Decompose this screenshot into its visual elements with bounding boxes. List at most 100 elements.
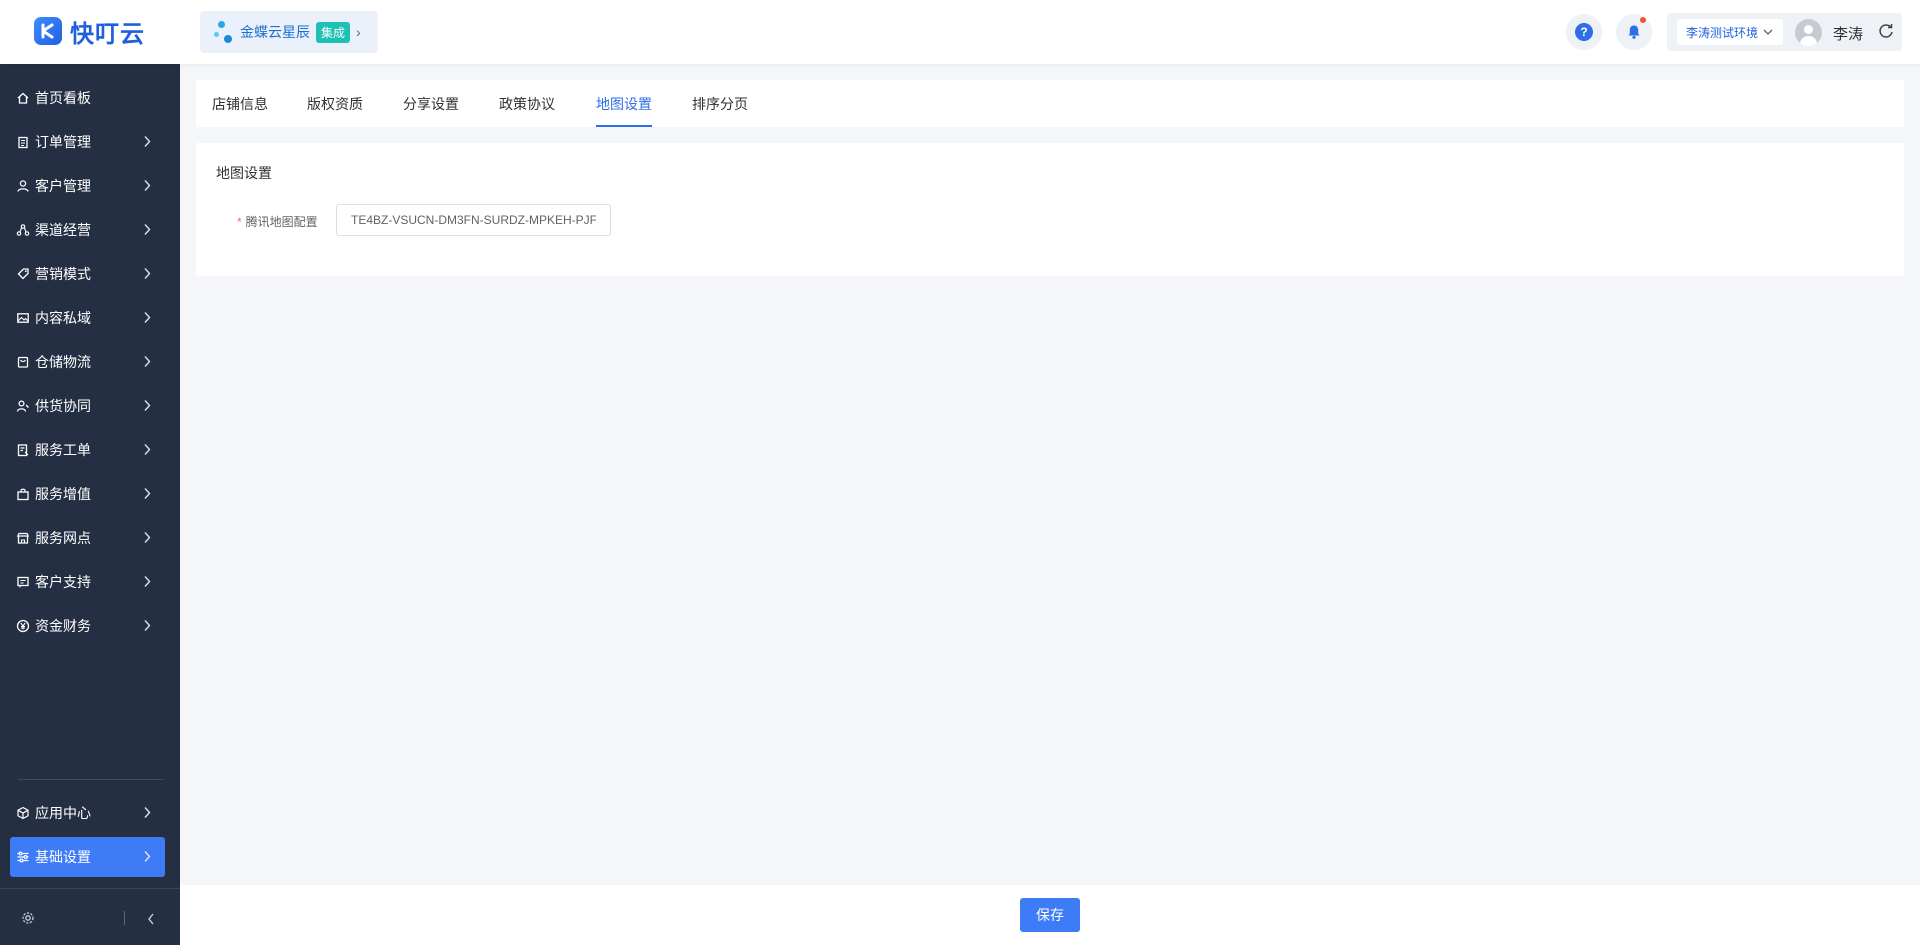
refresh-icon[interactable] (1877, 22, 1895, 40)
sidebar-item-store[interactable]: 服务网点 (10, 518, 165, 558)
integration-brand-chip[interactable]: 金蝶云星辰 集成 › (200, 11, 378, 53)
chevron-right-icon (144, 807, 151, 818)
sidebar-footer-divider (0, 888, 180, 889)
tab-label: 店铺信息 (212, 95, 268, 112)
sidebar: 首页看板订单管理客户管理渠道经营营销模式内容私域仓储物流供货协同服务工单服务增值… (0, 64, 180, 945)
sidebar-item-label: 渠道经营 (35, 222, 91, 238)
sidebar-item-user[interactable]: 客户管理 (10, 166, 165, 206)
sidebar-item-image[interactable]: 内容私域 (10, 298, 165, 338)
chevron-down-icon (1763, 26, 1773, 38)
sidebar-item-supply[interactable]: 供货协同 (10, 386, 165, 426)
sidebar-item-sliders[interactable]: 基础设置 (10, 837, 165, 877)
tab-sort-pagination[interactable]: 排序分页 (692, 80, 748, 127)
chevron-right-icon (144, 620, 151, 631)
chevron-right-icon (144, 268, 151, 279)
tab-label: 版权资质 (307, 95, 363, 112)
image-icon (17, 313, 29, 323)
ticket-icon (17, 444, 29, 457)
logo-mark-icon (34, 17, 62, 45)
sidebar-item-label: 应用中心 (35, 805, 91, 821)
sidebar-item-cube[interactable]: 应用中心 (10, 793, 165, 833)
sidebar-item-channel[interactable]: 渠道经营 (10, 210, 165, 250)
required-mark: * (237, 215, 242, 229)
chevron-right-icon (144, 400, 151, 411)
settings-tabs: 店铺信息 版权资质 分享设置 政策协议 地图设置 排序分页 (196, 80, 1904, 127)
user-name[interactable]: 李涛 (1833, 23, 1863, 44)
sidebar-item-label: 仓储物流 (35, 354, 91, 370)
bell-icon (1628, 25, 1640, 39)
chevron-right-icon (144, 180, 151, 191)
tab-label: 分享设置 (403, 95, 459, 112)
integration-badge: 集成 (316, 21, 351, 43)
chevron-right-icon (144, 356, 151, 367)
chevron-right-icon (144, 488, 151, 499)
user-icon (17, 180, 29, 192)
home-icon (17, 92, 29, 104)
sidebar-item-home[interactable]: 首页看板 (10, 78, 165, 118)
sidebar-item-support[interactable]: 客户支持 (10, 562, 165, 602)
sidebar-item-label: 资金财务 (35, 618, 91, 634)
notification-dot (1640, 17, 1646, 23)
collapse-sidebar-icon[interactable] (147, 913, 155, 925)
clipboard-icon (18, 136, 28, 149)
tencent-map-label: * 腾讯地图配置 (237, 213, 318, 230)
store-icon (16, 532, 30, 544)
tab-policy[interactable]: 政策协议 (499, 80, 555, 127)
notification-button[interactable] (1616, 14, 1652, 50)
app-logo[interactable]: 快叮云 (34, 16, 145, 48)
sidebar-item-tag[interactable]: 营销模式 (10, 254, 165, 294)
yen-icon (16, 619, 30, 633)
sidebar-item-label: 首页看板 (35, 90, 91, 106)
settings-gear-icon[interactable] (21, 911, 35, 925)
environment-select[interactable]: 李涛测试环境 (1677, 19, 1783, 45)
field-label-text: 腾讯地图配置 (245, 215, 318, 229)
help-button[interactable]: ? (1566, 14, 1602, 50)
chevron-right-icon (144, 312, 151, 323)
sidebar-item-label: 营销模式 (35, 266, 91, 282)
sidebar-item-label: 服务增值 (35, 486, 91, 502)
sidebar-item-label: 基础设置 (35, 849, 91, 865)
support-icon (17, 576, 29, 588)
sliders-icon (17, 851, 29, 863)
environment-label: 李涛测试环境 (1686, 25, 1759, 40)
sidebar-item-clipboard[interactable]: 订单管理 (10, 122, 165, 162)
channel-icon (16, 224, 30, 236)
sidebar-divider (18, 779, 163, 780)
cube-icon (17, 806, 29, 820)
tab-map-settings[interactable]: 地图设置 (596, 80, 652, 127)
sidebar-footer-separator (124, 911, 125, 925)
tab-store-info[interactable]: 店铺信息 (212, 80, 268, 127)
chevron-right-icon (144, 224, 151, 235)
supply-icon (16, 400, 29, 412)
tag-icon (17, 268, 29, 280)
sidebar-item-yen[interactable]: 资金财务 (10, 606, 165, 646)
sidebar-item-ticket[interactable]: 服务工单 (10, 430, 165, 470)
sidebar-item-label: 服务网点 (35, 530, 91, 546)
sidebar-item-box[interactable]: 仓储物流 (10, 342, 165, 382)
tab-label: 排序分页 (692, 95, 748, 112)
map-settings-card: 地图设置 * 腾讯地图配置 (196, 143, 1904, 276)
chevron-right-icon (144, 532, 151, 543)
section-title: 地图设置 (216, 165, 272, 181)
sidebar-item-label: 客户管理 (35, 178, 91, 194)
tab-copyright[interactable]: 版权资质 (307, 80, 363, 127)
chevron-right-icon (144, 136, 151, 147)
box-icon (17, 356, 29, 368)
save-button[interactable]: 保存 (1020, 898, 1080, 932)
sidebar-item-bag[interactable]: 服务增值 (10, 474, 165, 514)
bag-icon (17, 488, 29, 501)
tab-share-settings[interactable]: 分享设置 (403, 80, 459, 127)
sidebar-item-label: 服务工单 (35, 442, 91, 458)
sidebar-item-label: 订单管理 (35, 134, 91, 150)
avatar[interactable] (1795, 19, 1822, 46)
footer-bar: 保存 (180, 885, 1920, 945)
tencent-map-key-input[interactable] (336, 204, 611, 236)
chevron-right-icon: › (356, 24, 361, 40)
sidebar-item-label: 客户支持 (35, 574, 91, 590)
top-header: 快叮云 金蝶云星辰 集成 › ? 李涛测试环境 李涛 (0, 0, 1920, 64)
tab-label: 地图设置 (596, 95, 652, 112)
chevron-right-icon (144, 576, 151, 587)
sidebar-item-label: 内容私域 (35, 310, 91, 326)
logo-text: 快叮云 (70, 20, 145, 48)
help-icon: ? (1575, 23, 1593, 41)
